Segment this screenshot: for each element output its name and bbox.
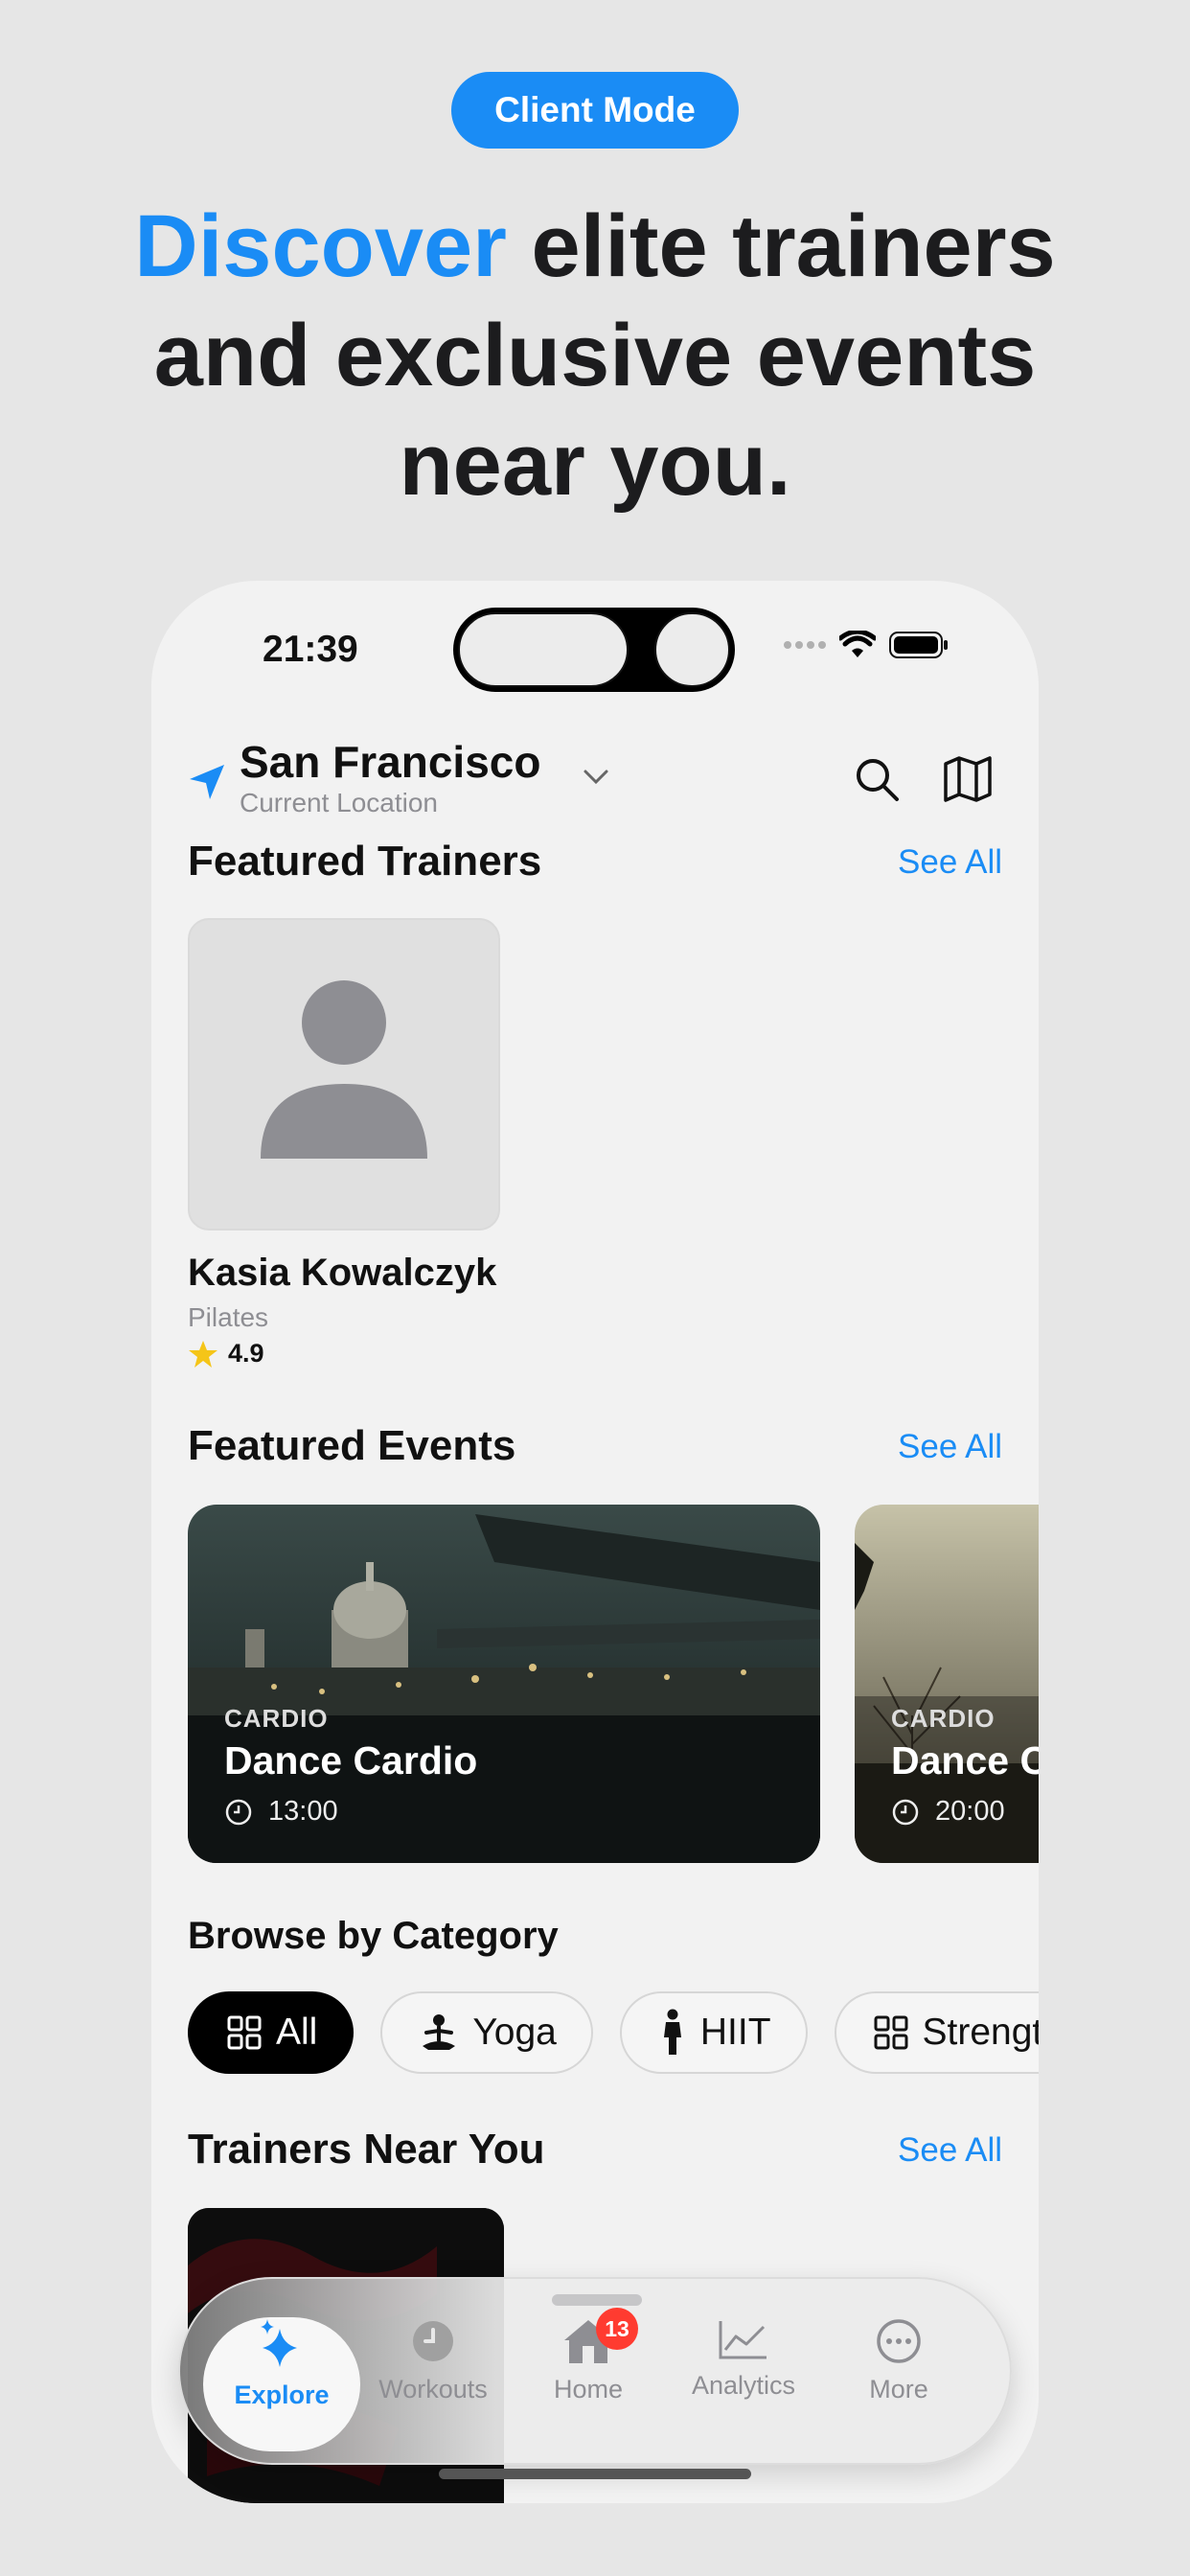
- event-card[interactable]: CARDIO Dance Cardio 13:00: [188, 1505, 820, 1863]
- phone-frame: 21:39 San Francisco Current Location Fea…: [151, 581, 1039, 2503]
- trainer-category: Pilates: [188, 1302, 269, 1332]
- trainers-near-see-all[interactable]: See All: [898, 2131, 1002, 2170]
- map-icon[interactable]: [943, 755, 993, 803]
- location-header: San Francisco Current Location: [188, 734, 1002, 820]
- tab-workouts[interactable]: Workouts: [356, 2317, 510, 2451]
- person-icon: [663, 2009, 681, 2055]
- grid-icon: [227, 2015, 262, 2050]
- event-category: CARDIO: [891, 1704, 995, 1733]
- headline-line3: near you.: [399, 416, 791, 514]
- status-icons: [784, 631, 949, 659]
- trainers-near-title: Trainers Near You: [188, 2126, 545, 2173]
- search-icon[interactable]: [853, 755, 901, 803]
- clock-icon: [413, 2321, 453, 2361]
- page-headline: Discover elite trainers and exclusive ev…: [0, 192, 1190, 519]
- tab-home[interactable]: Home 13: [512, 2308, 665, 2451]
- featured-trainers-see-all[interactable]: See All: [898, 843, 1002, 882]
- status-time: 21:39: [263, 629, 358, 670]
- tab-explore[interactable]: Explore: [205, 2317, 358, 2451]
- category-chip-yoga[interactable]: Yoga: [380, 1991, 593, 2074]
- location-arrow-icon: [190, 765, 224, 799]
- trainer-card[interactable]: Kasia Kowalczyk Pilates 4.9: [188, 918, 502, 1368]
- tab-label: Workouts: [378, 2375, 488, 2404]
- city-selector[interactable]: San Francisco: [240, 736, 540, 788]
- current-location-label: Current Location: [240, 788, 439, 817]
- chevron-down-icon[interactable]: [583, 769, 609, 786]
- avatar-placeholder-icon: [188, 918, 500, 1230]
- cellular-signal-icon: [784, 641, 826, 649]
- trainer-rating-value: 4.9: [228, 1339, 264, 1368]
- event-time-value: 13:00: [268, 1796, 338, 1827]
- event-card[interactable]: CARDIO Dance Cardio 20:00: [855, 1505, 1039, 1863]
- category-chip-label: Strength: [922, 2012, 1039, 2053]
- star-icon: [189, 1340, 217, 1368]
- tabbar-grabber[interactable]: [552, 2294, 642, 2306]
- featured-events-title: Featured Events: [188, 1422, 516, 1469]
- featured-events-see-all[interactable]: See All: [898, 1428, 1002, 1466]
- home-indicator[interactable]: [439, 2469, 751, 2479]
- event-category: CARDIO: [224, 1704, 329, 1733]
- client-mode-pill[interactable]: Client Mode: [451, 72, 739, 149]
- tab-label: Home: [553, 2375, 624, 2404]
- category-chip-label: Yoga: [472, 2012, 557, 2053]
- event-time: 20:00: [891, 1796, 1005, 1828]
- category-chip-label: All: [276, 2012, 318, 2053]
- featured-trainers-title: Featured Trainers: [188, 838, 542, 885]
- sparkles-icon: [261, 2319, 297, 2367]
- ellipsis-icon: [877, 2319, 921, 2363]
- battery-icon: [889, 632, 948, 658]
- tab-label: More: [869, 2375, 928, 2404]
- trainer-name: Kasia Kowalczyk: [188, 1252, 497, 1294]
- chart-icon: [719, 2321, 767, 2359]
- category-chip-hiit[interactable]: HIIT: [619, 1991, 808, 2074]
- headline-accent: Discover: [134, 197, 507, 295]
- category-chip-label: HIIT: [699, 2012, 771, 2053]
- headline-line2: and exclusive events: [153, 307, 1037, 404]
- event-time-value: 20:00: [935, 1796, 1005, 1827]
- clock-icon: [892, 1799, 919, 1825]
- wifi-icon: [839, 631, 876, 657]
- category-chip-strength[interactable]: Strength: [834, 1991, 1039, 2074]
- yoga-icon: [423, 2014, 456, 2050]
- tab-label: Analytics: [691, 2371, 796, 2400]
- tab-analytics[interactable]: Analytics: [667, 2317, 820, 2451]
- category-chips: All Yoga HIIT Strength: [188, 1991, 1039, 2074]
- event-title: Dance Cardio: [224, 1738, 478, 1782]
- clock-icon: [225, 1799, 252, 1825]
- event-time: 13:00: [224, 1796, 338, 1828]
- dynamic-island: [453, 608, 735, 692]
- trainer-rating: 4.9: [188, 1339, 502, 1368]
- event-title: Dance Cardio: [891, 1738, 1039, 1782]
- notification-badge: 13: [596, 2308, 638, 2350]
- headline-line1: elite trainers: [506, 197, 1056, 295]
- category-chip-all[interactable]: All: [188, 1991, 355, 2074]
- browse-category-title: Browse by Category: [188, 1915, 559, 1957]
- tab-more[interactable]: More: [822, 2317, 975, 2451]
- tab-label: Explore: [234, 2380, 330, 2409]
- grid-icon: [874, 2015, 908, 2050]
- tab-bar: Explore Workouts Home 13 Analytics More: [178, 2277, 1012, 2465]
